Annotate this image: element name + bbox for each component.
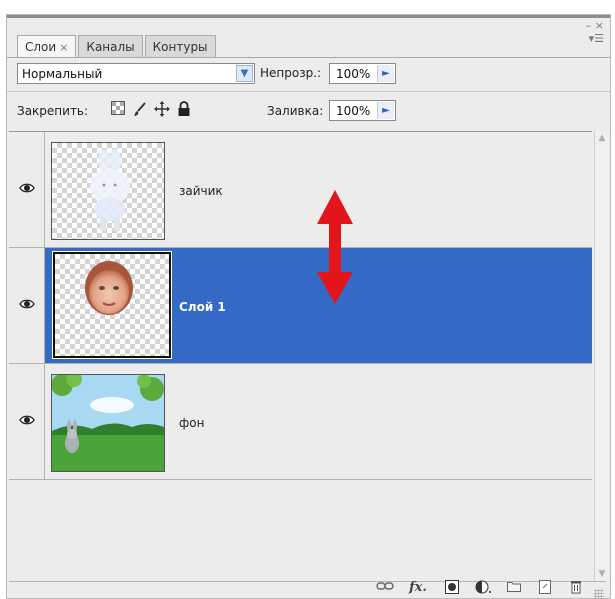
fill-slider-arrow-icon[interactable]: ►: [377, 102, 394, 119]
new-layer-icon[interactable]: [537, 580, 553, 596]
panel-menu-icon[interactable]: ▾☰: [586, 33, 604, 44]
opacity-field[interactable]: 100% ►: [329, 63, 396, 84]
opacity-slider-arrow-icon[interactable]: ►: [377, 65, 394, 82]
panel-bottom-toolbar: fx.: [9, 580, 606, 599]
layer-name[interactable]: Слой 1: [179, 300, 226, 314]
layer-thumbnail-background: [51, 374, 165, 472]
tab-paths[interactable]: Контуры: [144, 35, 216, 57]
lock-fill-row: Закрепить: Заливка: 100% ►: [17, 100, 600, 124]
eye-icon[interactable]: [19, 414, 35, 426]
layer-thumbnail-layer1: [52, 251, 172, 359]
layers-list: зайчик Слой 1 фон: [9, 131, 592, 582]
panel-tabs: Слои × Каналы Контуры: [17, 35, 218, 58]
tab-paths-label: Контуры: [152, 39, 208, 54]
trash-icon[interactable]: [568, 580, 584, 596]
eye-icon[interactable]: [19, 298, 35, 310]
layer-row-background[interactable]: фон: [9, 364, 592, 480]
tab-channels[interactable]: Каналы: [78, 35, 143, 57]
layers-panel: – × ▾☰ Слои × Каналы Контуры Нормальный …: [6, 14, 611, 599]
visibility-cell[interactable]: [9, 132, 45, 247]
fill-field[interactable]: 100% ►: [329, 100, 396, 121]
layer-row-bunny[interactable]: зайчик: [9, 132, 592, 248]
lock-all-icon[interactable]: [176, 101, 192, 117]
fill-value: 100%: [336, 103, 371, 118]
blend-opacity-row: Нормальный ▼ Непрозр.: 100% ►: [17, 63, 600, 87]
tab-close-icon[interactable]: ×: [59, 41, 68, 54]
meadow-scene-image: [52, 375, 164, 471]
fx-icon[interactable]: fx.: [407, 580, 429, 596]
panel-controls[interactable]: – × ▾☰: [586, 20, 604, 44]
opacity-label: Непрозр.:: [260, 66, 322, 80]
lock-label: Закрепить:: [17, 104, 89, 118]
group-folder-icon[interactable]: [506, 580, 522, 596]
eye-icon[interactable]: [19, 182, 35, 194]
layers-empty-area: [9, 480, 592, 582]
visibility-cell[interactable]: [9, 364, 45, 479]
layer-thumbnail-bunny: [51, 142, 165, 240]
minimize-close-icons[interactable]: – ×: [586, 20, 604, 31]
chevron-down-icon[interactable]: ▼: [236, 65, 253, 82]
divider: [7, 91, 610, 92]
double-arrow-annotation: [317, 190, 353, 304]
bunny-image: [90, 149, 130, 231]
lock-move-icon[interactable]: [154, 101, 170, 117]
opacity-value: 100%: [336, 66, 371, 81]
layers-scrollbar[interactable]: ▲ ▼: [594, 131, 609, 581]
tab-channels-label: Каналы: [86, 39, 135, 54]
scroll-down-icon[interactable]: ▼: [595, 567, 609, 581]
visibility-cell[interactable]: [9, 248, 45, 363]
scroll-up-icon[interactable]: ▲: [595, 131, 609, 145]
layer-row-layer1[interactable]: Слой 1: [9, 248, 592, 364]
mask-icon[interactable]: [444, 580, 460, 596]
tab-layers[interactable]: Слои ×: [17, 35, 77, 58]
fill-label: Заливка:: [267, 104, 324, 118]
layer-name[interactable]: фон: [179, 416, 204, 430]
tab-layers-label: Слои: [25, 40, 57, 54]
blend-mode-value: Нормальный: [22, 66, 103, 81]
bottom-icons: fx.: [376, 580, 584, 596]
layer-name[interactable]: зайчик: [179, 184, 223, 198]
link-icon[interactable]: [376, 580, 394, 596]
blend-mode-select[interactable]: Нормальный ▼: [17, 63, 255, 84]
panel-top-border: [7, 15, 610, 18]
child-portrait-image: [85, 261, 133, 315]
lock-icons: [110, 101, 192, 117]
adjustment-icon[interactable]: [475, 580, 491, 596]
lock-brush-icon[interactable]: [132, 101, 148, 117]
tabbar-divider: [7, 57, 610, 58]
lock-transparency-icon[interactable]: [110, 101, 126, 117]
resize-grip[interactable]: [594, 589, 604, 599]
